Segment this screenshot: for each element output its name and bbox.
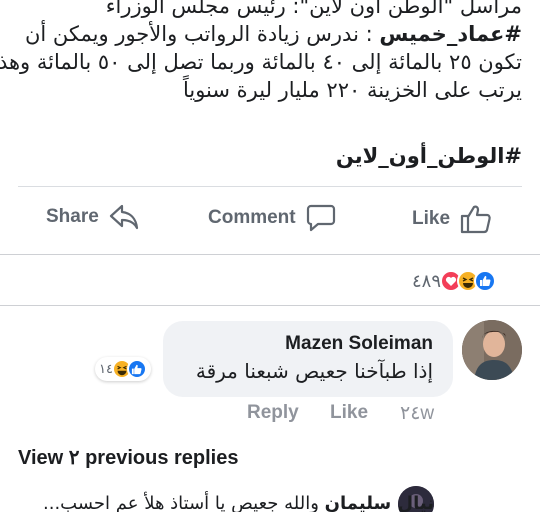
reaction-count: ٤٨٩ xyxy=(412,270,442,292)
reply-author[interactable]: نيال سليمان xyxy=(325,493,434,512)
comment-reactions[interactable]: ١٤ xyxy=(95,357,151,381)
like-button[interactable]: Like xyxy=(412,204,492,234)
comment-bubble[interactable]: Mazen Soleiman إذا طبآخنا جعيص شبعنا مرق… xyxy=(163,321,453,397)
comment-author[interactable]: Mazen Soleiman xyxy=(285,333,433,355)
like-icon xyxy=(126,359,147,379)
post-line-2-text: : ندرس زيادة الرواتب والأجور ويمكن أن xyxy=(25,22,380,46)
comment-text: إذا طبآخنا جعيص شبعنا مرقة xyxy=(195,359,433,383)
comment-like-link[interactable]: Like xyxy=(330,402,368,424)
reactions-summary[interactable]: ٤٨٩ xyxy=(412,270,497,292)
avatar[interactable] xyxy=(462,320,522,380)
divider xyxy=(0,254,540,255)
comment-label: Comment xyxy=(208,207,296,228)
reply-preview[interactable]: نيال سليمان والله جعيص يا أستاذ هلأ عم ا… xyxy=(43,493,434,512)
post-hashtag-person[interactable]: #عماد_خميس xyxy=(379,22,522,46)
post-hashtag-page[interactable]: #الوطن_أون_لاين xyxy=(336,144,522,168)
post-line-3: تكون ٢٥ بالمائة إلى ٤٠ بالمائة وربما تصل… xyxy=(0,50,522,74)
post-line-4: يرتب على الخزينة ٢٢٠ مليار ليرة سنوياً xyxy=(182,78,522,102)
divider xyxy=(0,305,540,306)
post-line-1: مراسل "الوطن أون لاين": رئيس مجلس الوزرا… xyxy=(105,0,522,18)
comment-time[interactable]: ٢٤w xyxy=(400,402,434,425)
like-label: Like xyxy=(412,208,451,229)
comment-reaction-count: ١٤ xyxy=(99,361,113,377)
post-text: مراسل "الوطن أون لاين": رئيس مجلس الوزرا… xyxy=(0,0,522,104)
share-label: Share xyxy=(46,206,99,227)
comment-button[interactable]: Comment xyxy=(208,204,336,232)
thumbs-up-icon xyxy=(460,204,492,234)
view-previous-replies[interactable]: View ٢ previous replies xyxy=(18,445,239,470)
divider xyxy=(18,186,522,187)
like-icon xyxy=(474,270,497,292)
post-line-2: #عماد_خميس : ندرس زيادة الرواتب والأجور … xyxy=(7,20,522,48)
comment-reply-link[interactable]: Reply xyxy=(247,402,299,424)
share-icon xyxy=(109,204,139,230)
share-button[interactable]: Share xyxy=(46,204,139,230)
reply-text: والله جعيص يا أستاذ هلأ عم احسب... xyxy=(43,493,319,512)
comment-icon xyxy=(306,204,336,232)
